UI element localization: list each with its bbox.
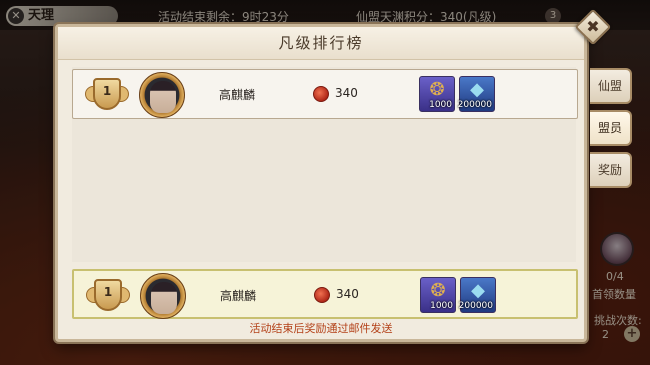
reward-quantity: 200000 [457,100,492,110]
leaderboard-panel: 凡级排行榜 1 高麒麟 340 ❂ 1000 ◆ 200000 1 高麒麟 34… [55,24,587,342]
avatar[interactable] [140,273,186,319]
rank-badge-icon: 1 [85,76,129,114]
leaderboard-list[interactable]: 1 高麒麟 340 ❂ 1000 ◆ 200000 [72,67,578,262]
blue-crystal-icon: ◆ [470,79,484,100]
reward-item[interactable]: ◆ 200000 [458,277,496,313]
leaderboard-row[interactable]: 1 高麒麟 340 ❂ 1000 ◆ 200000 [72,69,578,119]
tab-members[interactable]: 盟员 [590,110,632,146]
bronze-emblem-icon: ❂ [430,280,446,301]
panel-title: 凡级排行榜 [278,34,364,52]
close-icon: ✖ [586,17,600,36]
reward-quantity: 1000 [429,100,452,110]
reward-quantity: 1000 [430,301,453,311]
reward-quantity: 200000 [458,301,493,311]
bronze-emblem-icon: ❂ [429,79,445,100]
power-icon [314,287,330,303]
power-value: 340 [336,287,359,301]
panel-header: 凡级排行榜 [58,27,584,60]
avatar-portrait [151,282,177,314]
my-rank-row[interactable]: 1 高麒麟 340 ❂ 1000 ◆ 200000 [72,269,578,319]
avatar-portrait [150,81,176,113]
rank-number: 1 [103,285,113,299]
power-icon [313,86,329,102]
avatar[interactable] [139,72,185,118]
reward-item[interactable]: ◆ 200000 [457,76,495,112]
power-value: 340 [335,86,358,100]
player-name: 高麒麟 [220,289,257,303]
rank-number: 1 [102,84,112,98]
player-name: 高麒麟 [219,88,256,102]
tab-alliance[interactable]: 仙盟 [590,68,632,104]
footer-note: 活动结束后奖励通过邮件发送 [249,322,393,335]
tab-rewards[interactable]: 奖励 [590,152,632,188]
rank-badge-icon: 1 [86,277,130,315]
blue-crystal-icon: ◆ [471,280,485,301]
reward-item[interactable]: ❂ 1000 [419,76,455,112]
reward-item[interactable]: ❂ 1000 [420,277,456,313]
